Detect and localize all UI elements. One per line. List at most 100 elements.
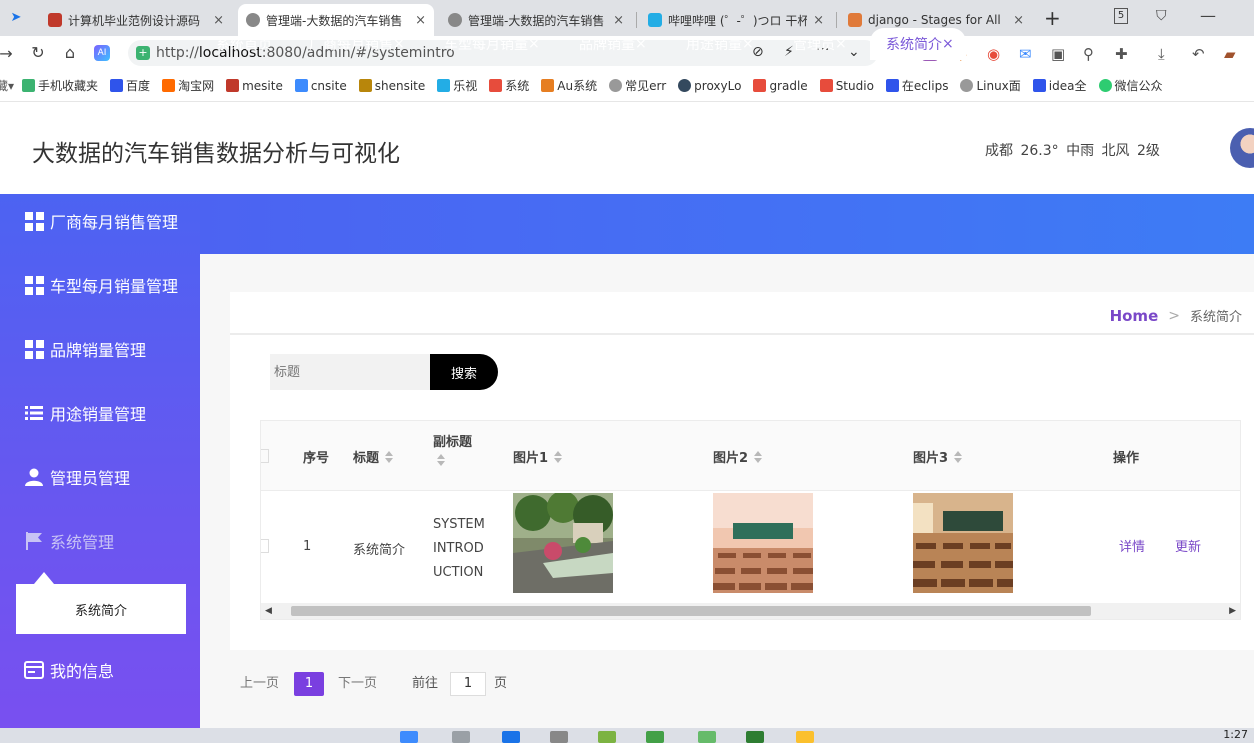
column-header-image3[interactable]: 图片3: [913, 447, 963, 466]
column-header-subtitle[interactable]: 副标题: [433, 431, 472, 466]
classroom-photo[interactable]: [713, 493, 813, 593]
column-header-image2[interactable]: 图片2: [713, 447, 763, 466]
details-link[interactable]: 详情: [1119, 536, 1145, 555]
scrollbar-thumb[interactable]: [291, 606, 1091, 616]
bookmark-item[interactable]: Au系统: [541, 77, 597, 94]
tab-close-icon[interactable]: ×: [742, 36, 754, 52]
start-menu-icon[interactable]: [400, 731, 418, 743]
sort-icon[interactable]: [385, 450, 394, 463]
tab-close-icon[interactable]: ×: [635, 36, 647, 52]
new-tab-button[interactable]: +: [1044, 6, 1061, 30]
sidebar-item-brand-sales[interactable]: 品牌销量管理: [24, 337, 146, 361]
submenu-item-system-intro[interactable]: 系统简介: [16, 584, 186, 634]
scroll-left-icon[interactable]: ◀: [265, 606, 272, 616]
bookmark-item[interactable]: cnsite: [294, 79, 347, 93]
bookmark-item[interactable]: idea全: [1032, 77, 1087, 94]
tab-close-icon[interactable]: ×: [613, 13, 624, 28]
horizontal-scrollbar[interactable]: ◀ ▶: [261, 603, 1240, 619]
search-input[interactable]: [270, 354, 430, 390]
taskbar-app-icon[interactable]: [698, 731, 716, 743]
tab-home[interactable]: 系统首页: [216, 28, 272, 60]
tab-count-badge[interactable]: 5: [1114, 8, 1128, 24]
tab-close-icon[interactable]: ×: [213, 13, 224, 28]
bookmark-item[interactable]: Linux面: [960, 77, 1021, 94]
download-icon[interactable]: ⤓: [1158, 45, 1165, 63]
bookmark-item[interactable]: 系统: [489, 77, 529, 94]
column-header-image1[interactable]: 图片1: [513, 447, 563, 466]
bookmark-item[interactable]: 在eclips: [885, 77, 948, 94]
window-icon[interactable]: ▣: [1051, 45, 1065, 63]
campus-garden-photo[interactable]: [513, 493, 613, 593]
ai-assistant-icon[interactable]: AI: [94, 45, 110, 61]
home-icon[interactable]: ⌂: [56, 43, 84, 62]
bookmark-item[interactable]: 手机收藏夹: [22, 77, 98, 94]
bookmark-item[interactable]: 乐视: [437, 77, 477, 94]
taskbar-app-icon[interactable]: [646, 731, 664, 743]
reload-icon[interactable]: ↻: [24, 43, 52, 62]
tab-close-icon[interactable]: ×: [1013, 13, 1024, 28]
search-button[interactable]: 搜索: [430, 354, 498, 390]
briefcase-icon[interactable]: ▰: [1224, 45, 1236, 63]
taskbar-app-icon[interactable]: [502, 731, 520, 743]
browser-tab-1[interactable]: 计算机毕业范例设计源码 ×: [40, 4, 232, 36]
taskbar-app-icon[interactable]: [598, 731, 616, 743]
bookmark-item[interactable]: shensite: [358, 79, 425, 93]
bookmark-item[interactable]: 常见err: [609, 77, 666, 94]
minimize-icon[interactable]: —: [1200, 6, 1216, 25]
sort-icon[interactable]: [437, 454, 445, 466]
column-header-title[interactable]: 标题: [353, 447, 394, 466]
taskbar-app-icon[interactable]: [796, 731, 814, 743]
bookmark-item[interactable]: 微信公众: [1098, 77, 1163, 94]
taskbar-app-icon[interactable]: [550, 731, 568, 743]
next-page-button[interactable]: 下一页: [338, 672, 377, 696]
tab-brand-sales[interactable]: 品牌销量 ×: [579, 28, 647, 60]
taskbar-app-icon[interactable]: [452, 731, 470, 743]
tab-close-icon[interactable]: ×: [415, 13, 426, 28]
bookmark-item[interactable]: 淘宝网: [162, 77, 214, 94]
sidebar-item-usage-sales[interactable]: 用途销量管理: [24, 401, 146, 425]
update-link[interactable]: 更新: [1175, 536, 1201, 555]
taskbar-app-icon[interactable]: [746, 731, 764, 743]
tab-manufacturer-sales[interactable]: 厂商每月销售 ×: [309, 28, 405, 60]
bookmark-item[interactable]: 百度: [110, 77, 150, 94]
sidebar-item-manufacturer-sales[interactable]: 厂商每月销售管理: [24, 209, 178, 233]
sort-icon[interactable]: [754, 450, 763, 463]
tab-close-icon[interactable]: ×: [528, 36, 540, 52]
bookmark-item[interactable]: Studio: [819, 79, 874, 93]
bookmark-item[interactable]: proxyLo: [678, 79, 741, 93]
scroll-right-icon[interactable]: ▶: [1229, 606, 1236, 616]
avatar[interactable]: [1230, 128, 1254, 168]
sidebar-item-my-info[interactable]: 我的信息: [24, 658, 114, 682]
sidebar-item-model-sales[interactable]: 车型每月销量管理: [24, 273, 178, 297]
breadcrumb-home-link[interactable]: Home: [1110, 307, 1159, 325]
select-all-checkbox[interactable]: [261, 449, 269, 463]
back-icon[interactable]: →: [0, 44, 20, 63]
puzzle-extensions-icon[interactable]: ✚: [1115, 45, 1128, 63]
tab-admin[interactable]: 管理员 ×: [793, 28, 847, 60]
tab-close-icon[interactable]: ×: [813, 13, 824, 28]
sidebar-item-admin[interactable]: 管理员管理: [24, 465, 130, 489]
tab-close-icon[interactable]: ×: [835, 36, 847, 52]
sidebar-item-system[interactable]: 系统管理: [24, 529, 114, 553]
tab-close-icon[interactable]: ×: [393, 36, 405, 52]
page-jump-input[interactable]: [450, 672, 486, 696]
undo-icon[interactable]: ↶: [1192, 45, 1205, 63]
weibo-icon[interactable]: ◉: [987, 45, 1000, 63]
tab-model-sales[interactable]: 车型每月销量 ×: [444, 28, 540, 60]
chevron-down-icon[interactable]: ⌄: [848, 44, 860, 60]
bookmark-item[interactable]: gradle: [753, 79, 808, 93]
prev-page-button[interactable]: 上一页: [240, 672, 279, 696]
tab-usage-sales[interactable]: 用途销量 ×: [686, 28, 754, 60]
tab-system-intro[interactable]: 系统简介 ×: [870, 28, 966, 60]
classroom-desks-photo[interactable]: [913, 493, 1013, 593]
shirt-icon[interactable]: ⛉: [1156, 8, 1167, 24]
mail-icon[interactable]: ✉: [1019, 45, 1032, 63]
telegram-icon[interactable]: ➤: [2, 10, 30, 25]
row-checkbox[interactable]: [261, 539, 269, 553]
sort-icon[interactable]: [954, 450, 963, 463]
current-page-button[interactable]: 1: [294, 672, 324, 696]
bookmark-item[interactable]: mesite: [226, 79, 283, 93]
tab-close-icon[interactable]: ×: [942, 36, 954, 52]
bookmarks-folder-icon[interactable]: 藏▾: [0, 77, 14, 94]
search-icon[interactable]: ⚲: [1083, 45, 1094, 63]
